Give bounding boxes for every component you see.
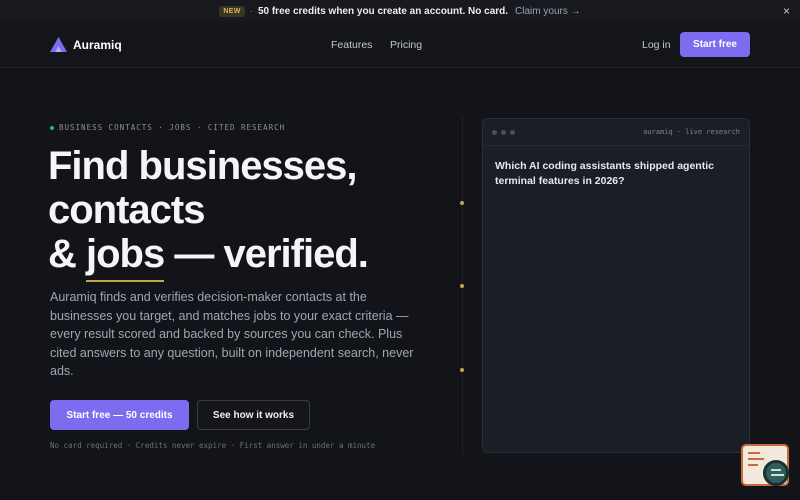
brand-name: Auramiq xyxy=(73,37,122,52)
eyebrow-text: BUSINESS CONTACTS · JOBS · CITED RESEARC… xyxy=(59,123,286,132)
announcement-text: 50 free credits when you create an accou… xyxy=(257,5,509,17)
page-title: Find businesses, contacts & jobs — verif… xyxy=(48,144,448,276)
eyebrow: BUSINESS CONTACTS · JOBS · CITED RESEARC… xyxy=(50,123,285,132)
new-badge: NEW xyxy=(219,5,245,17)
widget-lines xyxy=(748,452,764,470)
window-dot xyxy=(510,129,515,135)
brand-logo[interactable]: Auramiq xyxy=(50,37,122,52)
nav-pricing-link[interactable]: Pricing xyxy=(390,39,422,51)
panel-header: auramiq · live research xyxy=(483,119,749,146)
help-widget-icon[interactable] xyxy=(741,444,789,486)
live-research-panel: auramiq · live research Which AI coding … xyxy=(482,118,750,453)
magnifier-icon xyxy=(763,460,789,486)
announcement-separator: · xyxy=(249,5,253,17)
headline-line-3: & jobs — verified. xyxy=(48,232,448,276)
announcement-bar: NEW · 50 free credits when you create an… xyxy=(0,0,800,22)
divider-dot xyxy=(460,201,464,205)
window-dot xyxy=(492,129,497,135)
claim-link[interactable]: Claim yours → xyxy=(515,6,581,17)
top-nav: Auramiq Features Pricing Log in Start fr… xyxy=(0,22,800,68)
logo-icon xyxy=(50,37,67,52)
divider-dot xyxy=(460,284,464,288)
nav-features-link[interactable]: Features xyxy=(331,39,372,51)
headline-line-2: contacts xyxy=(48,188,206,232)
window-dots xyxy=(492,129,515,135)
close-icon[interactable]: × xyxy=(783,4,790,18)
start-free-credits-button[interactable]: Start free — 50 credits xyxy=(50,400,189,430)
fineprint: No card required · Credits never expire … xyxy=(50,441,376,450)
research-question: Which AI coding assistants shipped agent… xyxy=(495,160,714,187)
status-dot xyxy=(50,125,54,130)
headline-line-1: Find businesses, xyxy=(48,144,358,188)
divider-dot xyxy=(460,368,464,372)
login-link[interactable]: Log in xyxy=(642,39,671,51)
window-dot xyxy=(501,129,506,135)
headline-jobs: jobs xyxy=(86,232,165,276)
headline-suffix: — verified. xyxy=(164,232,369,276)
panel-label: auramiq · live research xyxy=(643,128,740,136)
headline-prefix: & xyxy=(48,232,86,276)
hero-description: Auramiq finds and verifies decision-make… xyxy=(50,290,414,378)
start-free-button[interactable]: Start free xyxy=(680,32,750,57)
see-how-it-works-button[interactable]: See how it works xyxy=(197,400,310,430)
